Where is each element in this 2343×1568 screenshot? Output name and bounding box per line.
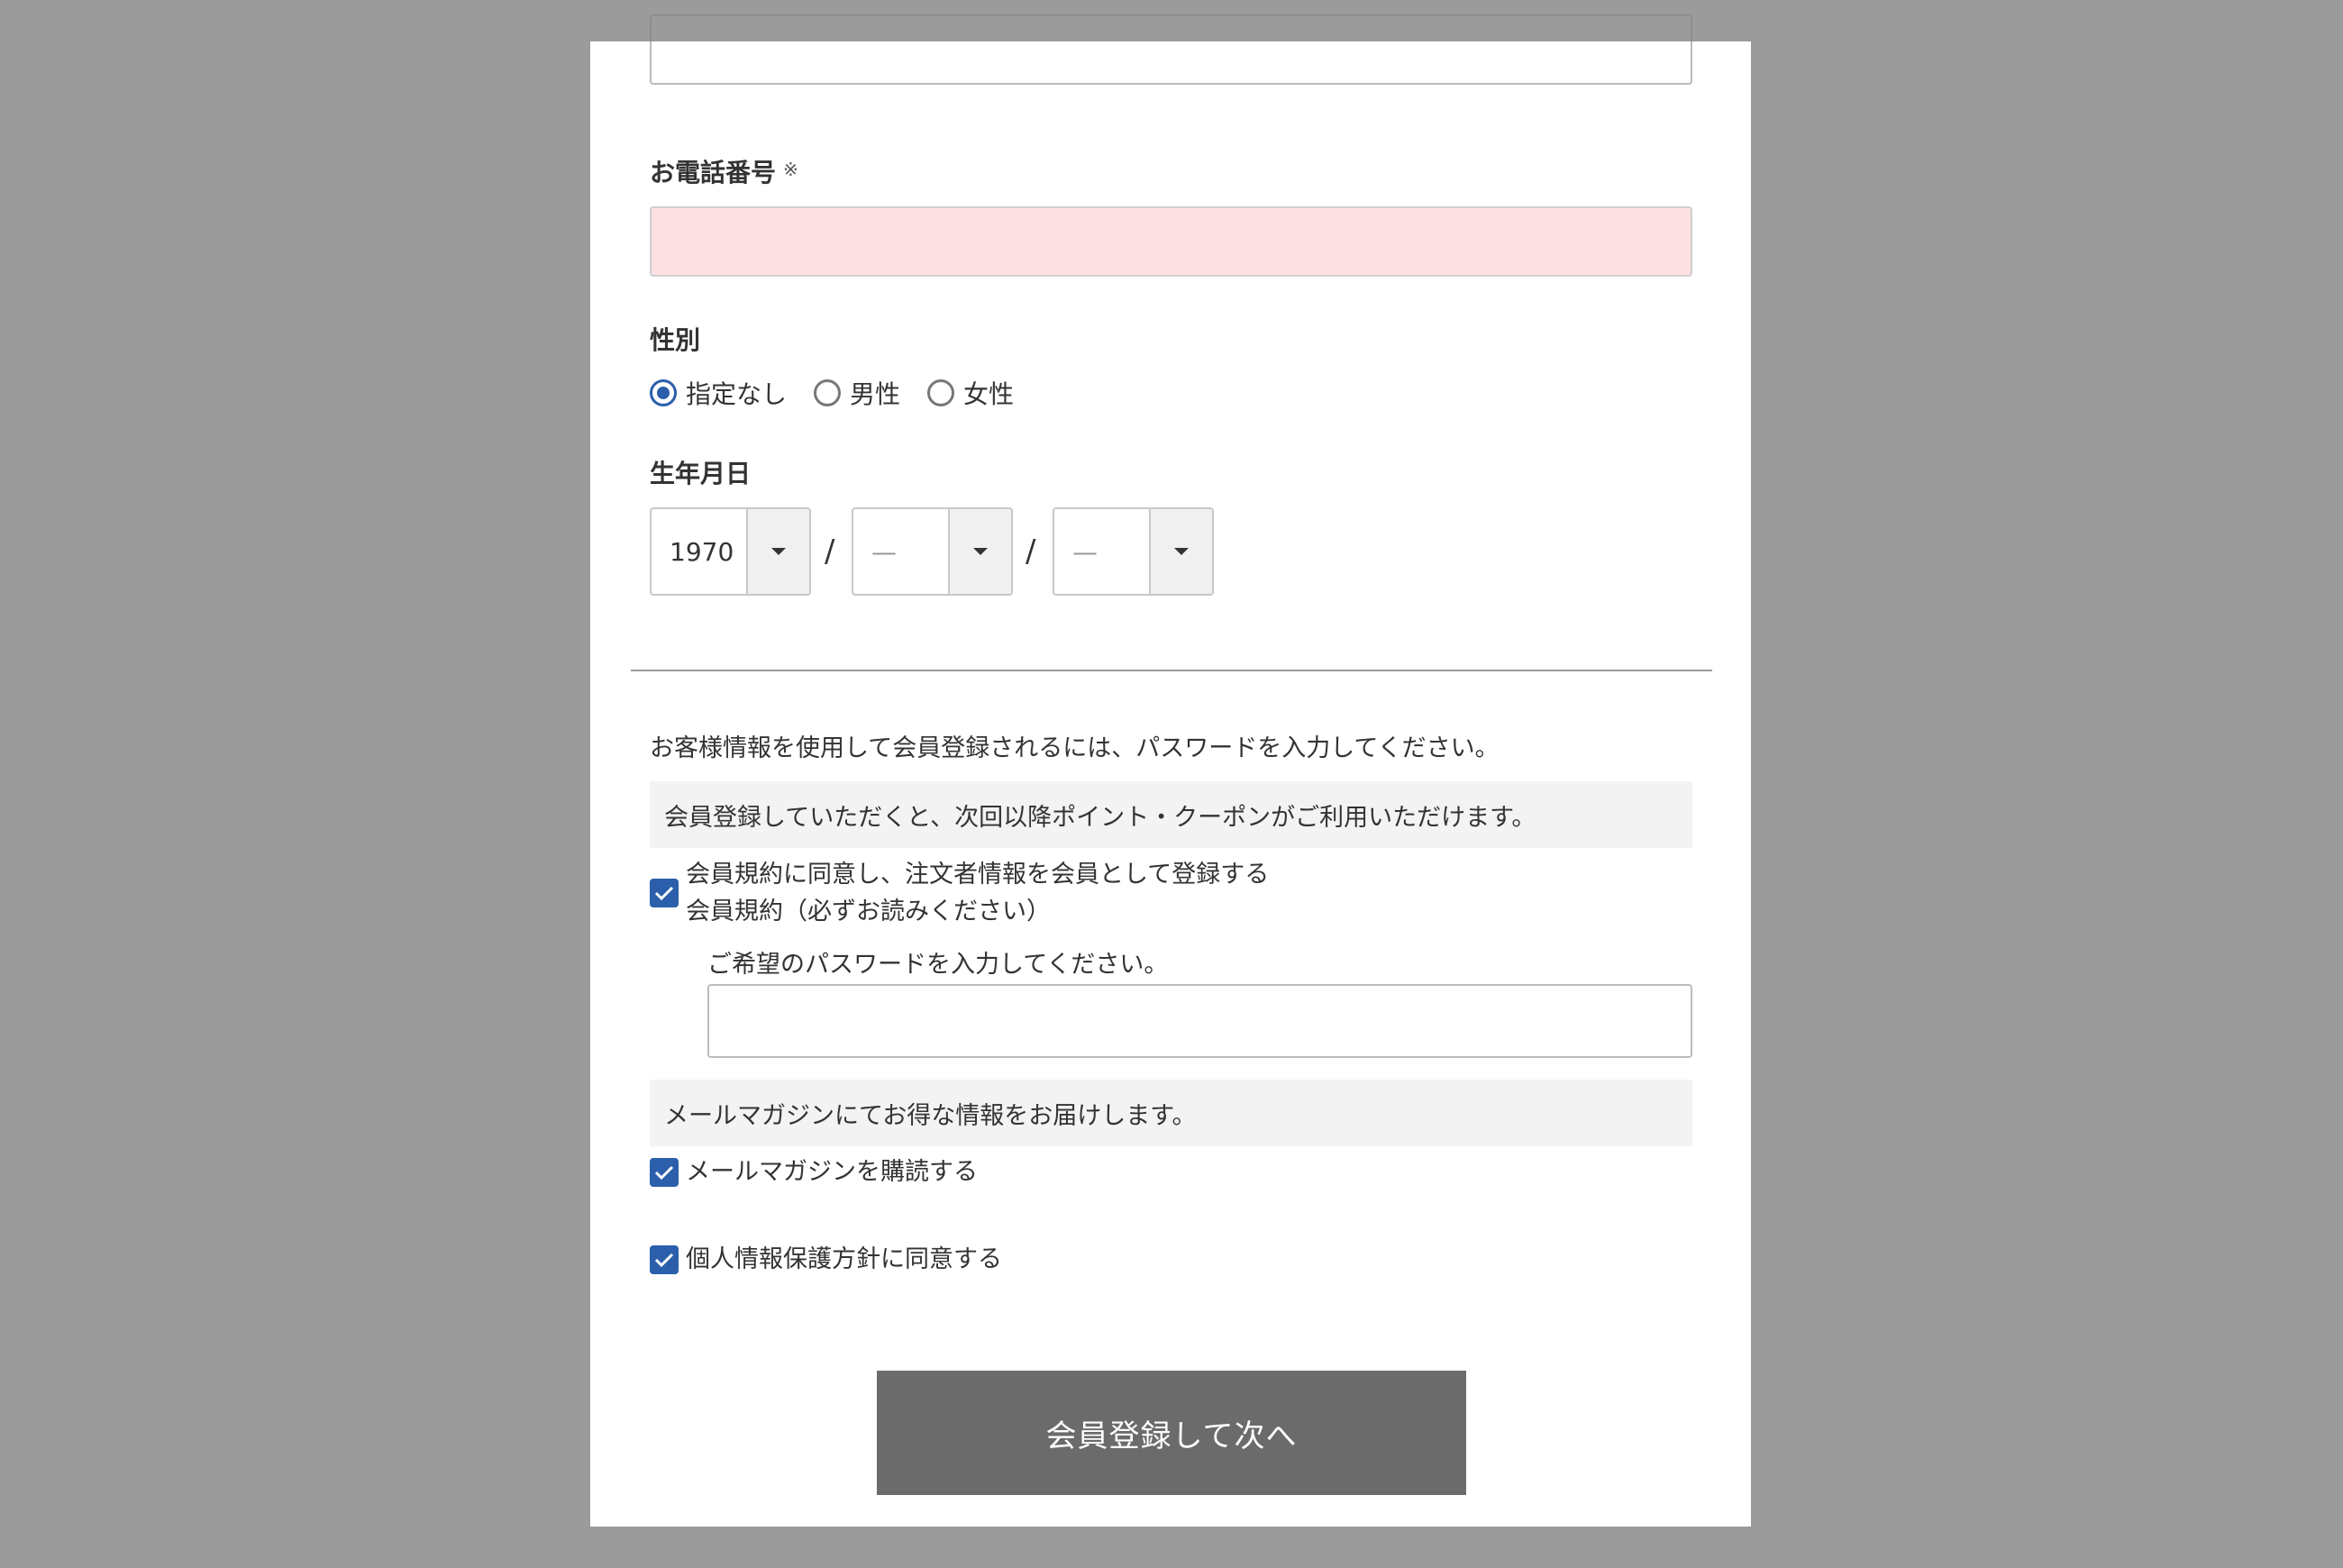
- password-prompt: ご希望のパスワードを入力してください。: [707, 951, 1169, 979]
- gender-option-label: 男性: [850, 379, 901, 409]
- newsletter-label[interactable]: メールマガジンを購読する: [686, 1155, 978, 1190]
- birth-month-select[interactable]: —: [852, 507, 1013, 596]
- gender-option-male[interactable]: 男性: [814, 375, 900, 411]
- caret-down-icon: [1149, 509, 1212, 594]
- radio-checked-icon[interactable]: [650, 379, 677, 406]
- privacy-label[interactable]: 個人情報保護方針に同意する: [686, 1243, 1002, 1277]
- checkmark-icon: [654, 1253, 674, 1268]
- membership-benefit-note: 会員登録していただくと、次回以降ポイント・クーポンがご利用いただけます。: [650, 781, 1692, 848]
- newsletter-note: メールマガジンにてお得な情報をお届けします。: [650, 1080, 1692, 1146]
- birth-day-value: —: [1072, 536, 1098, 567]
- register-next-button[interactable]: 会員登録して次へ: [877, 1371, 1466, 1495]
- phone-label: お電話番号 ※: [650, 160, 798, 186]
- caret-down-icon: [746, 509, 809, 594]
- gender-option-unspecified[interactable]: 指定なし: [650, 375, 787, 411]
- date-separator: /: [1026, 533, 1036, 570]
- birth-year-value: 1970: [670, 536, 734, 567]
- phone-label-text: お電話番号: [650, 158, 777, 187]
- agree-terms-checkbox[interactable]: [650, 879, 679, 907]
- gender-option-label: 女性: [963, 379, 1015, 409]
- radio-unchecked-icon[interactable]: [927, 379, 955, 406]
- gender-label: 性別: [650, 325, 701, 355]
- privacy-checkbox[interactable]: [650, 1245, 679, 1274]
- gender-option-female[interactable]: 女性: [927, 375, 1014, 411]
- birth-year-select[interactable]: 1970: [650, 507, 811, 596]
- agree-terms-label[interactable]: 会員規約に同意し、注文者情報を会員として登録する: [686, 858, 1269, 892]
- terms-link[interactable]: 会員規約（必ずお読みください）: [686, 895, 1051, 929]
- radio-unchecked-icon[interactable]: [814, 379, 842, 406]
- required-mark: ※: [783, 159, 798, 180]
- phone-input[interactable]: [650, 206, 1692, 277]
- newsletter-checkbox[interactable]: [650, 1158, 679, 1187]
- birth-day-select[interactable]: —: [1053, 507, 1214, 596]
- checkmark-icon: [654, 886, 674, 901]
- previous-input-field[interactable]: [650, 41, 1692, 85]
- caret-down-icon: [948, 509, 1011, 594]
- gender-radio-group: 指定なし 男性 女性: [650, 377, 1041, 409]
- checkmark-icon: [654, 1165, 674, 1181]
- birth-month-value: —: [871, 536, 897, 567]
- birthday-label: 生年月日: [650, 459, 752, 488]
- section-divider: [631, 670, 1712, 671]
- date-separator: /: [825, 533, 835, 570]
- membership-intro: お客様情報を使用して会員登録されるには、パスワードを入力してください。: [650, 734, 1500, 762]
- gender-option-label: 指定なし: [686, 379, 788, 409]
- password-input[interactable]: [707, 984, 1692, 1058]
